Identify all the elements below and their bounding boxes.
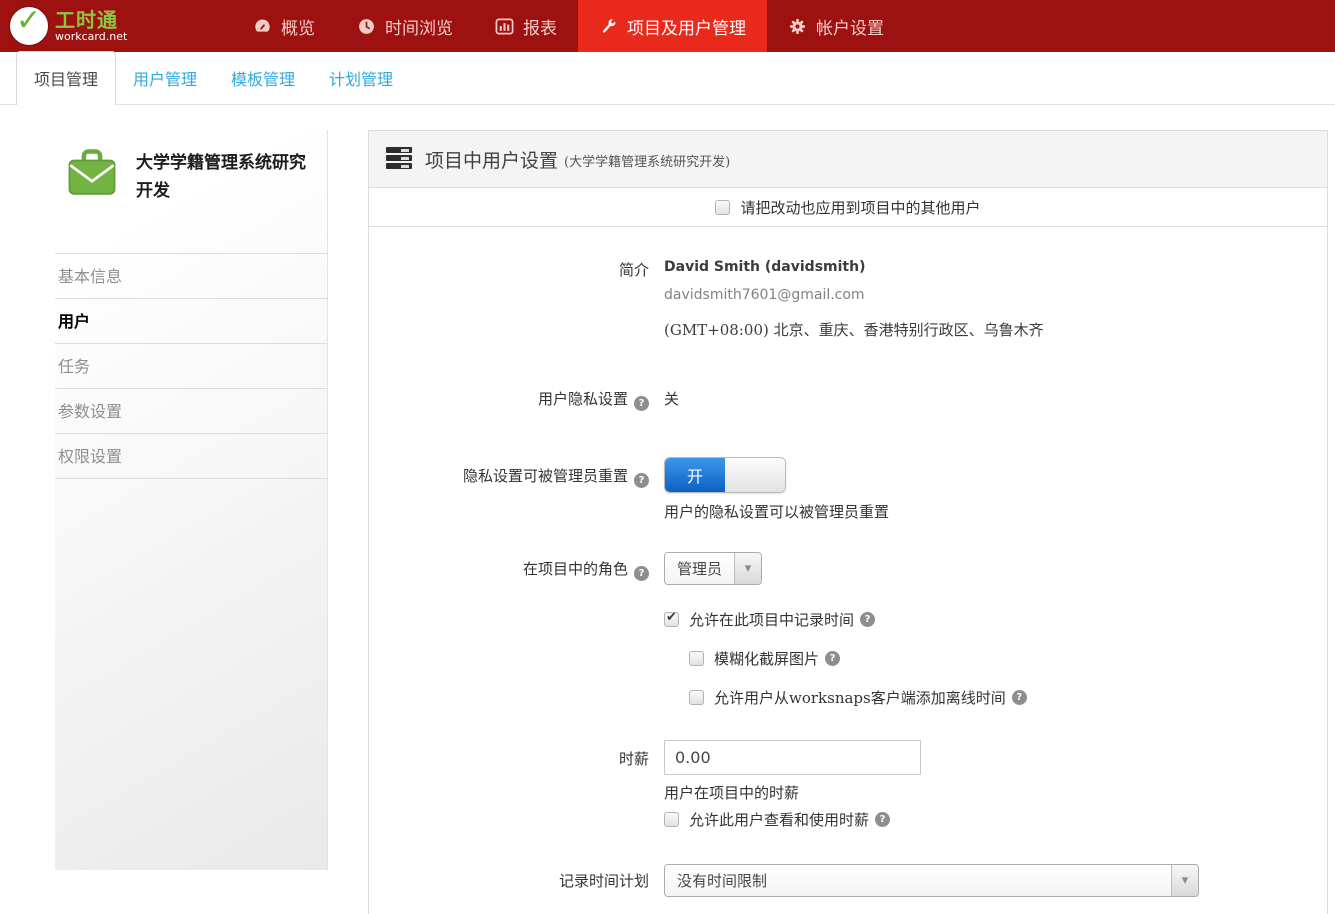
user-timezone: (GMT+08:00) 北京、重庆、香港特别行政区、乌鲁木齐 <box>664 319 1044 340</box>
tab-user-management[interactable]: 用户管理 <box>116 52 214 104</box>
user-full-name: David Smith (davidsmith) <box>664 259 1044 275</box>
logo-title: 工时通 <box>55 9 127 31</box>
logo-clock-check-icon <box>10 7 48 45</box>
nav-item-account-settings[interactable]: 帐户设置 <box>767 0 905 52</box>
tab-template-management[interactable]: 模板管理 <box>214 52 312 104</box>
privacy-reset-toggle[interactable]: 开 <box>664 457 786 493</box>
sidebar-item-users[interactable]: 用户 <box>55 299 327 344</box>
gear-icon <box>788 17 807 36</box>
user-email: davidsmith7601@gmail.com <box>664 287 1044 303</box>
time-plan-row: 记录时间计划 没有时间限制 <box>369 864 1327 897</box>
tab-project-management[interactable]: 项目管理 <box>16 51 116 105</box>
nav-item-reports[interactable]: 报表 <box>474 0 578 52</box>
nav-item-label: 项目及用户管理 <box>627 14 746 39</box>
allow-logging-row: 允许在此项目中记录时间 <box>664 609 1327 630</box>
help-icon[interactable] <box>634 566 649 581</box>
nav-item-overview[interactable]: 概览 <box>232 0 336 52</box>
sidebar-item-permission-settings[interactable]: 权限设置 <box>55 434 327 479</box>
toggle-on-segment[interactable]: 开 <box>665 458 725 492</box>
main-nav: 概览 时间浏览 报表 项目及用户管理 帐户设置 <box>232 0 905 52</box>
nav-item-label: 概览 <box>281 14 315 39</box>
help-icon[interactable] <box>634 473 649 488</box>
hourly-rate-label: 时薪 <box>369 740 649 830</box>
profile-label: 简介 <box>369 259 649 340</box>
user-settings-form: 简介 David Smith (davidsmith) davidsmith76… <box>369 227 1327 914</box>
allow-logging-checkbox[interactable] <box>664 612 679 627</box>
nav-item-label: 报表 <box>523 14 557 39</box>
bar-chart-icon <box>495 17 514 36</box>
offline-from-client-checkbox[interactable] <box>689 690 704 705</box>
blur-screenshot-row: 模糊化截屏图片 <box>689 648 1327 669</box>
blur-screenshot-label: 模糊化截屏图片 <box>714 648 819 669</box>
blur-screenshot-checkbox[interactable] <box>689 651 704 666</box>
privacy-reset-caption: 用户的隐私设置可以被管理员重置 <box>664 501 889 522</box>
panel-header: 项目中用户设置 (大学学籍管理系统研究开发) <box>369 131 1327 188</box>
privacy-reset-label: 隐私设置可被管理员重置 <box>369 457 649 522</box>
hourly-rate-caption: 用户在项目中的时薪 <box>664 782 921 803</box>
role-select[interactable]: 管理员 <box>664 552 762 585</box>
nav-item-label: 时间浏览 <box>385 14 453 39</box>
nav-item-project-user-management[interactable]: 项目及用户管理 <box>578 0 767 52</box>
project-menu: 基本信息 用户 任务 参数设置 权限设置 <box>55 254 327 479</box>
help-icon[interactable] <box>825 651 840 666</box>
profile-row: 简介 David Smith (davidsmith) davidsmith76… <box>369 259 1327 340</box>
tab-plan-management[interactable]: 计划管理 <box>312 52 410 104</box>
nav-item-time-browse[interactable]: 时间浏览 <box>336 0 474 52</box>
toggle-off-segment[interactable] <box>725 458 785 492</box>
project-header: 大学学籍管理系统研究开发 <box>55 130 327 254</box>
help-icon[interactable] <box>860 612 875 627</box>
app-logo[interactable]: 工时通 workcard.net <box>0 0 170 52</box>
role-label: 在项目中的角色 <box>369 552 649 585</box>
time-plan-label: 记录时间计划 <box>369 864 649 897</box>
privacy-label: 用户隐私设置 <box>369 388 649 411</box>
top-navbar: 工时通 workcard.net 概览 时间浏览 报表 项目及用 <box>0 0 1335 52</box>
section-tabbar: 项目管理 用户管理 模板管理 计划管理 <box>0 52 1335 105</box>
rate-visible-checkbox[interactable] <box>664 812 679 827</box>
apply-to-all-row: 请把改动也应用到项目中的其他用户 <box>369 188 1327 227</box>
offline-from-client-label: 允许用户从worksnaps客户端添加离线时间 <box>714 687 1006 708</box>
apply-to-all-label: 请把改动也应用到项目中的其他用户 <box>740 197 980 218</box>
hourly-rate-input[interactable] <box>664 740 921 775</box>
privacy-reset-row: 隐私设置可被管理员重置 开 用户的隐私设置可以被管理员重置 <box>369 457 1327 522</box>
gauge-icon <box>253 17 272 36</box>
offline-from-client-row: 允许用户从worksnaps客户端添加离线时间 <box>689 687 1327 708</box>
time-plan-select-value: 没有时间限制 <box>665 865 1171 896</box>
wrench-icon <box>599 17 618 36</box>
rate-visible-label: 允许此用户查看和使用时薪 <box>689 809 869 830</box>
allow-logging-label: 允许在此项目中记录时间 <box>689 609 854 630</box>
help-icon[interactable] <box>634 396 649 411</box>
project-sidebar: 大学学籍管理系统研究开发 基本信息 用户 任务 参数设置 权限设置 <box>55 130 328 870</box>
privacy-row: 用户隐私设置 关 <box>369 388 1327 411</box>
user-settings-panel: 项目中用户设置 (大学学籍管理系统研究开发) 请把改动也应用到项目中的其他用户 … <box>368 130 1328 914</box>
role-row: 在项目中的角色 管理员 <box>369 552 1327 585</box>
sidebar-item-basic-info[interactable]: 基本信息 <box>55 254 327 299</box>
sidebar-item-parameter-settings[interactable]: 参数设置 <box>55 389 327 434</box>
help-icon[interactable] <box>1012 690 1027 705</box>
sidebar-item-tasks[interactable]: 任务 <box>55 344 327 389</box>
briefcase-icon <box>65 147 119 201</box>
chevron-down-icon[interactable] <box>1171 865 1198 896</box>
privacy-value: 关 <box>649 388 679 411</box>
hourly-rate-row: 时薪 用户在项目中的时薪 允许此用户查看和使用时薪 <box>369 740 1327 830</box>
apply-to-all-checkbox[interactable] <box>715 200 730 215</box>
clock-icon <box>357 17 376 36</box>
time-plan-select[interactable]: 没有时间限制 <box>664 864 1199 897</box>
chevron-down-icon[interactable] <box>734 553 761 584</box>
server-stack-icon <box>386 147 412 171</box>
rate-visible-row: 允许此用户查看和使用时薪 <box>664 809 921 830</box>
page-title: 项目中用户设置 <box>425 146 558 173</box>
role-select-value: 管理员 <box>665 553 734 584</box>
project-title: 大学学籍管理系统研究开发 <box>136 147 319 239</box>
page-subtitle: (大学学籍管理系统研究开发) <box>564 148 730 170</box>
nav-item-label: 帐户设置 <box>816 14 884 39</box>
help-icon[interactable] <box>875 812 890 827</box>
logo-subtitle: workcard.net <box>55 31 127 43</box>
